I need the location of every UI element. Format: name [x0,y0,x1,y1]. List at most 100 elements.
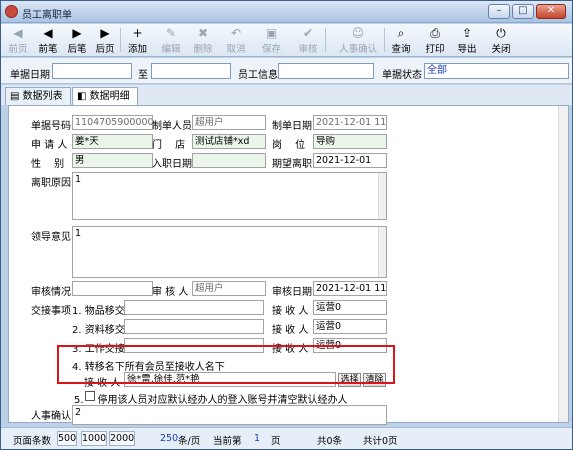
toolbar-separator [384,28,385,52]
query-icon: ⌕ [397,26,405,40]
audit-button[interactable]: ✔ 审核 [293,25,323,56]
first-page-label: 前页 [8,44,28,55]
page-size-button[interactable]: 1000 [81,431,107,446]
status-select[interactable]: 全部 [424,63,569,79]
opinion-label: 领导意见 [31,232,71,243]
first-page-button[interactable]: ◀ 前页 [5,25,31,56]
current-page-value[interactable]: 1 [254,433,260,444]
status-label: 单据状态 [382,70,422,81]
reason-scrollbar[interactable] [378,173,386,219]
toolbar: ◀ 前页 ◀ 前笔 ▶ 后笔 ▶ 后页 + 添加 ✎ 编辑 ✖ 删除 ↶ 取消 ▣ 保存 ✔ 审核 ☺ 人事确认 ⌕ 查询 ⎙ 打… [1,24,572,57]
delete-button[interactable]: ✖ 删除 [189,25,217,56]
create-date-field[interactable]: 2021-12-01 11:32 [313,115,387,130]
export-button[interactable]: ⇪ 导出 [451,25,483,56]
audit-label: 审核情况 [31,287,71,298]
hr-confirm-icon: ☺ [351,26,365,40]
cancel-button[interactable]: ↶ 取消 [221,25,251,56]
opinion-scrollbar[interactable] [378,227,386,277]
export-icon: ⇪ [461,26,473,40]
date-label: 单据日期 [10,70,50,81]
doc-no-field[interactable]: 110470590000002 [72,115,153,130]
receiver-label: 接 收 人 [272,306,309,317]
maximize-button[interactable]: □ [512,4,534,19]
store-field[interactable]: 测试店铺*xd [192,134,266,149]
receiver-label: 接 收 人 [272,325,309,336]
edit-label: 编辑 [161,44,181,55]
delete-label: 删除 [193,44,213,55]
window-title: 员工离职单 [22,10,72,21]
to-label: 至 [138,70,148,81]
next-record-button[interactable]: ▶ 后笔 [64,25,90,56]
handover-item-field[interactable] [124,319,264,334]
receiver-field[interactable]: 运营0 [313,300,387,315]
cancel-label: 取消 [226,44,246,55]
add-label: 添加 [127,44,147,55]
minimize-button[interactable]: – [488,4,510,19]
save-button[interactable]: ▣ 保存 [255,25,288,56]
reason-textarea[interactable]: 1 [72,172,387,220]
panel-scrollbar[interactable] [558,106,568,422]
print-button[interactable]: ⎙ 打印 [421,25,449,56]
hr-confirm-button[interactable]: ☺ 人事确认 [334,25,382,56]
audit-date-label: 审核日期 [272,287,312,298]
hr-confirm-label: 人事确认 [31,411,71,422]
save-icon: ▣ [265,26,278,40]
audit-date-field[interactable]: 2021-12-01 11:32 [313,281,387,296]
delete-icon: ✖ [197,26,209,40]
save-label: 保存 [261,44,281,55]
edit-icon: ✎ [165,26,177,40]
export-label: 导出 [457,44,477,55]
auditor-field[interactable]: 超用户 [192,281,266,296]
handover-item-label: 2. 资料移交 [72,325,125,336]
page-size-button[interactable]: 2000 [109,431,135,446]
stop-account-checkbox[interactable] [85,391,95,401]
tab-data-detail[interactable]: ◧ 数据明细 [72,87,138,105]
add-button[interactable]: + 添加 [121,25,154,56]
creator-field[interactable]: 超用户 [192,115,266,130]
date-to-input[interactable] [151,63,231,79]
transfer-highlight-box [57,345,395,384]
join-date-field[interactable] [192,153,266,168]
edit-button[interactable]: ✎ 编辑 [156,25,186,56]
close-icon: ⏻ [496,26,506,40]
opinion-textarea[interactable]: 1 [72,226,387,278]
doc-no-label: 单据号码 [31,121,71,132]
list-icon: ▤ [10,91,23,102]
date-from-input[interactable] [52,63,132,79]
leave-date-label: 期望离职 [272,159,312,170]
close-window-button[interactable]: ✕ [536,4,566,19]
employee-label: 员工信息 [238,70,278,81]
close-button[interactable]: ⏻ 关闭 [486,25,516,56]
gender-field[interactable]: 男 [72,153,153,168]
last-page-button[interactable]: ▶ 后页 [92,25,118,56]
create-date-label: 制单日期 [272,121,312,132]
tab-data-list[interactable]: ▤ 数据列表 [5,87,71,105]
toolbar-separator [325,28,326,52]
employee-input[interactable] [278,63,374,79]
hr-confirm-label: 人事确认 [338,44,377,55]
status-bar: 页面条数 500 1000 2000 250 条/页 当前第 1 页 共0条 共… [1,427,572,449]
handover-item-label: 1. 物品移交 [72,306,125,317]
handover-item-field[interactable] [124,300,264,315]
current-page-label: 当前第 [213,436,242,447]
query-button[interactable]: ⌕ 查询 [386,25,416,56]
per-page-value: 250 [160,433,179,444]
hr-confirm-textarea[interactable]: 2 [72,405,387,425]
audit-icon: ✔ [302,26,314,40]
post-field[interactable]: 导购 [313,134,387,149]
auditor-label: 审 核 人 [152,287,189,298]
leave-date-field[interactable]: 2021-12-01 [313,153,387,168]
window: 员工离职单 – □ ✕ ◀ 前页 ◀ 前笔 ▶ 后笔 ▶ 后页 + 添加 ✎ 编辑 ✖ 删除 ↶ 取消 ▣ 保存 ✔… [0,0,573,450]
tab-bar: ▤ 数据列表 ◧ 数据明细 [1,85,572,105]
prev-record-button[interactable]: ◀ 前笔 [35,25,61,56]
per-page-unit: 条/页 [178,436,201,447]
post-label: 岗 位 [272,140,306,151]
audit-field[interactable] [72,281,153,296]
applicant-field[interactable]: 姜*天 [72,134,153,149]
receiver-field[interactable]: 运营0 [313,319,387,334]
last-page-icon: ▶ [100,26,110,40]
page-size-button[interactable]: 500 [57,431,77,446]
page-size-label: 页面条数 [13,436,52,447]
creator-label: 制单人员 [152,121,192,132]
query-label: 查询 [391,44,411,55]
